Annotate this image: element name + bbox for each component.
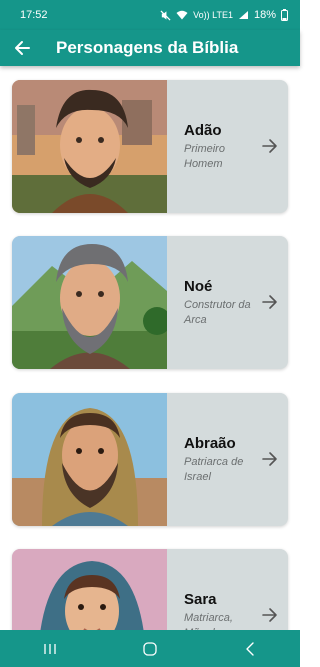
home-button[interactable] [130, 634, 170, 664]
abraao-portrait [12, 393, 167, 526]
character-description: Patriarca de Israel [184, 456, 244, 483]
status-bar: 17:52 Vo)) LTE1 18% [0, 0, 300, 30]
mute-icon [160, 9, 171, 21]
recent-apps-icon [44, 643, 56, 654]
page-title: Personagens da Bíblia [56, 38, 239, 57]
home-icon [143, 641, 157, 656]
system-nav-bar [0, 630, 300, 667]
battery-percent: 18% [253, 9, 276, 21]
sara-portrait [12, 549, 167, 630]
character-card-abraao[interactable]: Abraão Patriarca de Israel [12, 393, 288, 526]
character-card-adao[interactable]: Adão Primeiro Homem [12, 80, 288, 213]
status-time: 17:52 [20, 9, 48, 21]
status-icons: Vo)) LTE1 18% [160, 9, 288, 21]
network-label: Vo)) LTE1 [193, 9, 233, 20]
arrow-right-icon [262, 608, 277, 622]
back-icon [246, 641, 254, 656]
character-info: Abraão Patriarca de Israel [184, 393, 256, 526]
arrow-right-icon [262, 452, 277, 466]
character-name: Sara [184, 591, 217, 609]
recent-apps-button[interactable] [30, 634, 70, 664]
character-info: Noé Construtor da Arca [184, 236, 256, 369]
system-back-button[interactable] [230, 634, 270, 664]
character-name: Noé [184, 278, 213, 296]
wifi-icon [176, 10, 188, 20]
app-bar: Personagens da Bíblia [0, 30, 300, 66]
character-name: Adão [184, 122, 222, 140]
character-card-sara[interactable]: Sara Matriarca, Mãe de [12, 549, 288, 630]
back-button[interactable] [12, 38, 32, 58]
character-description: Primeiro Homem [184, 143, 225, 170]
noe-portrait [12, 236, 167, 369]
character-card-noe[interactable]: Noé Construtor da Arca [12, 236, 288, 369]
arrow-left-icon [15, 41, 30, 55]
battery-icon [281, 9, 288, 21]
character-info: Sara Matriarca, Mãe de [184, 549, 256, 630]
character-name: Abraão [184, 435, 236, 453]
character-description: Matriarca, Mãe de [184, 612, 233, 630]
signal-icon [238, 11, 248, 19]
arrow-right-icon [262, 139, 277, 153]
character-description: Construtor da Arca [184, 299, 251, 326]
character-info: Adão Primeiro Homem [184, 80, 256, 213]
character-list[interactable]: Adão Primeiro Homem Noé Construtor da Ar… [0, 66, 300, 630]
arrow-right-icon [262, 295, 277, 309]
adao-portrait [12, 80, 167, 213]
